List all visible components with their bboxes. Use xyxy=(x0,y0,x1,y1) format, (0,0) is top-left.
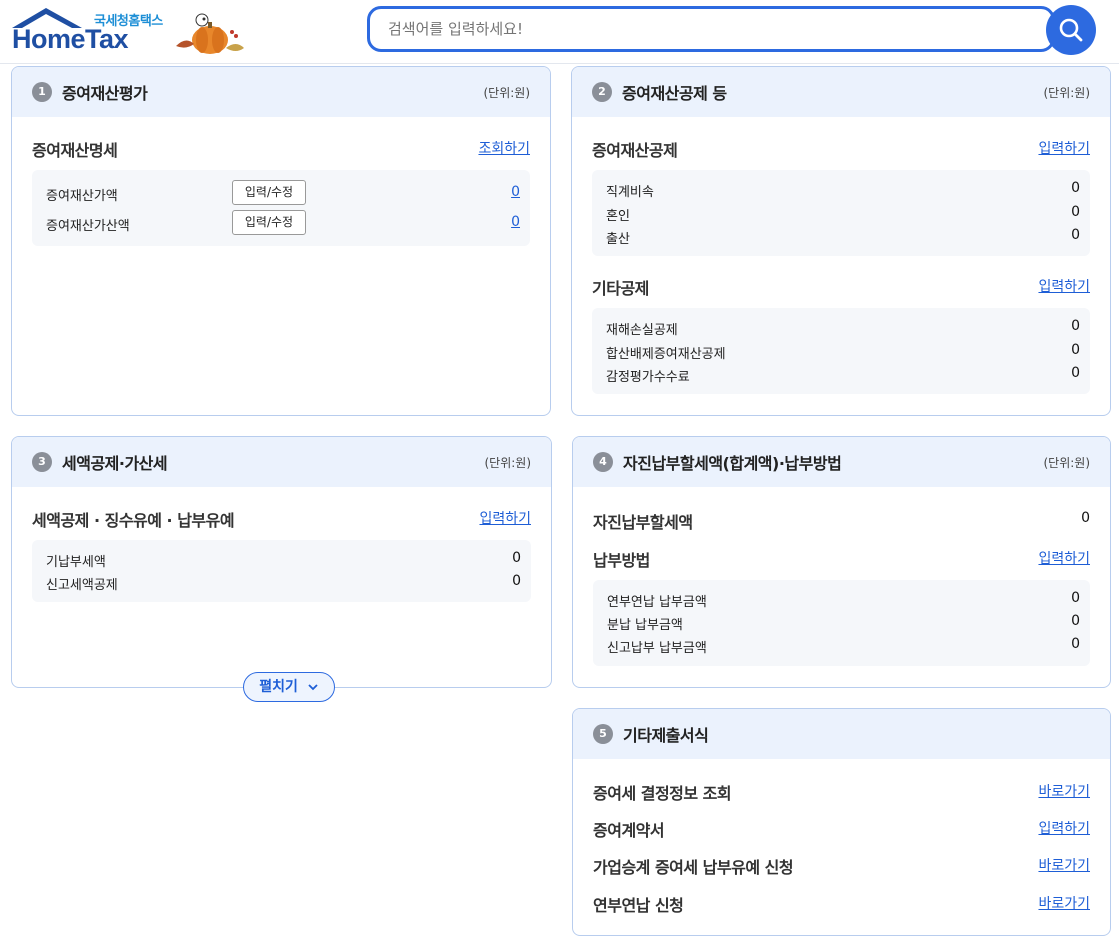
row-value: 0 xyxy=(1071,180,1080,196)
row-label: 혼인 xyxy=(606,209,630,224)
go-link[interactable]: 바로가기 xyxy=(1038,855,1090,875)
card-self-payment-tax: 4 자진납부할세액(합계액)·납부방법 (단위:원) 자진납부할세액 0 납부방… xyxy=(572,436,1111,688)
row-value: 0 xyxy=(1071,636,1080,652)
row-label: 분납 납부금액 xyxy=(607,618,683,633)
input-link[interactable]: 입력하기 xyxy=(1038,548,1090,568)
row-label: 기납부세액 xyxy=(46,555,106,570)
row-value-link[interactable]: 0 xyxy=(511,214,520,230)
row-label: 증여재산가액 xyxy=(46,189,118,204)
step-number: 3 xyxy=(32,452,52,472)
lookup-link[interactable]: 조회하기 xyxy=(478,138,530,158)
card-header: 1 증여재산평가 (단위:원) xyxy=(12,67,550,117)
card-title: 기타제출서식 xyxy=(623,726,709,745)
card-tax-credit-penalty: 3 세액공제·가산세 (단위:원) 세액공제 · 징수유예 · 납부유예 입력하… xyxy=(11,436,552,688)
go-link[interactable]: 바로가기 xyxy=(1038,893,1090,913)
hometax-logo[interactable]: 국세청홈택스 HomeTax xyxy=(10,6,170,56)
card-gift-property-deduction: 2 증여재산공제 등 (단위:원) 증여재산공제 입력하기 직계비속 0 혼인 … xyxy=(571,66,1111,416)
unit-label: (단위:원) xyxy=(483,86,530,100)
card-header: 2 증여재산공제 등 (단위:원) xyxy=(572,67,1110,117)
row-label: 연부연납 납부금액 xyxy=(607,595,707,610)
step-number: 1 xyxy=(32,82,52,102)
row-value: 0 xyxy=(1071,204,1080,220)
step-number: 4 xyxy=(593,452,613,472)
section-title: 증여재산명세 xyxy=(32,141,118,160)
expand-label: 펼치기 xyxy=(259,679,298,695)
search-input[interactable] xyxy=(388,20,988,38)
card-other-forms: 5 기타제출서식 증여세 결정정보 조회 바로가기 증여계약서 입력하기 가업승… xyxy=(572,708,1111,936)
row-value: 0 xyxy=(512,550,521,566)
section-title: 기타공제 xyxy=(592,279,649,298)
row-label: 직계비속 xyxy=(606,185,654,200)
row-value: 0 xyxy=(512,573,521,589)
detail-box: 재해손실공제 0 합산배제증여재산공제 0 감정평가수수료 0 xyxy=(592,308,1090,394)
detail-box: 직계비속 0 혼인 0 출산 0 xyxy=(592,170,1090,256)
input-link[interactable]: 입력하기 xyxy=(1038,818,1090,838)
chevron-down-icon xyxy=(308,684,318,691)
section-title: 세액공제 · 징수유예 · 납부유예 xyxy=(32,511,235,530)
edit-button[interactable]: 입력/수정 xyxy=(232,210,306,235)
form-item-label: 증여세 결정정보 조회 xyxy=(593,784,732,803)
row-value: 0 xyxy=(1071,590,1080,606)
row-label: 재해손실공제 xyxy=(606,323,678,338)
row-label: 합산배제증여재산공제 xyxy=(606,347,726,362)
detail-box: 연부연납 납부금액 0 분납 납부금액 0 신고납부 납부금액 0 xyxy=(593,580,1090,666)
row-value-link[interactable]: 0 xyxy=(511,184,520,200)
expand-button[interactable]: 펼치기 xyxy=(243,672,335,702)
unit-label: (단위:원) xyxy=(1043,456,1090,470)
row-value: 0 xyxy=(1071,227,1080,243)
total-value: 0 xyxy=(1081,510,1090,526)
step-number: 2 xyxy=(592,82,612,102)
detail-box: 증여재산가액 입력/수정 0 증여재산가산액 입력/수정 0 xyxy=(32,170,530,246)
header: 국세청홈택스 HomeTax xyxy=(0,0,1119,64)
edit-button[interactable]: 입력/수정 xyxy=(232,180,306,205)
form-item-label: 가업승계 증여세 납부유예 신청 xyxy=(593,858,794,877)
input-link[interactable]: 입력하기 xyxy=(1038,276,1090,296)
row-value: 0 xyxy=(1071,365,1080,381)
row-value: 0 xyxy=(1071,342,1080,358)
detail-box: 기납부세액 0 신고세액공제 0 xyxy=(32,540,531,602)
card-gift-property-valuation: 1 증여재산평가 (단위:원) 증여재산명세 조회하기 증여재산가액 입력/수정… xyxy=(11,66,551,416)
card-title: 증여재산평가 xyxy=(62,84,148,103)
row-label: 감정평가수수료 xyxy=(606,370,690,385)
section-title: 증여재산공제 xyxy=(592,141,678,160)
row-label: 신고납부 납부금액 xyxy=(607,641,707,656)
card-title: 자진납부할세액(합계액)·납부방법 xyxy=(623,454,842,473)
row-label: 증여재산가산액 xyxy=(46,219,130,234)
unit-label: (단위:원) xyxy=(1043,86,1090,100)
form-item-label: 연부연납 신청 xyxy=(593,896,684,915)
input-link[interactable]: 입력하기 xyxy=(1038,138,1090,158)
row-label: 출산 xyxy=(606,232,630,247)
input-link[interactable]: 입력하기 xyxy=(479,508,531,528)
card-title: 증여재산공제 등 xyxy=(622,84,727,103)
card-header: 4 자진납부할세액(합계액)·납부방법 (단위:원) xyxy=(573,437,1110,487)
card-header: 3 세액공제·가산세 (단위:원) xyxy=(12,437,551,487)
unit-label: (단위:원) xyxy=(484,456,531,470)
card-header: 5 기타제출서식 xyxy=(573,709,1110,759)
search-icon xyxy=(1059,18,1083,42)
form-item-label: 증여계약서 xyxy=(593,821,665,840)
logo-title: HomeTax xyxy=(12,24,129,54)
autumn-pumpkin-icon xyxy=(176,13,244,54)
card-title: 세액공제·가산세 xyxy=(62,454,168,473)
go-link[interactable]: 바로가기 xyxy=(1038,781,1090,801)
search-button[interactable] xyxy=(1046,5,1096,55)
step-number: 5 xyxy=(593,724,613,744)
search-box[interactable] xyxy=(367,6,1055,52)
row-value: 0 xyxy=(1071,613,1080,629)
row-label: 신고세액공제 xyxy=(46,578,118,593)
row-value: 0 xyxy=(1071,318,1080,334)
total-label: 자진납부할세액 xyxy=(593,513,693,532)
section-title: 납부방법 xyxy=(593,551,650,570)
